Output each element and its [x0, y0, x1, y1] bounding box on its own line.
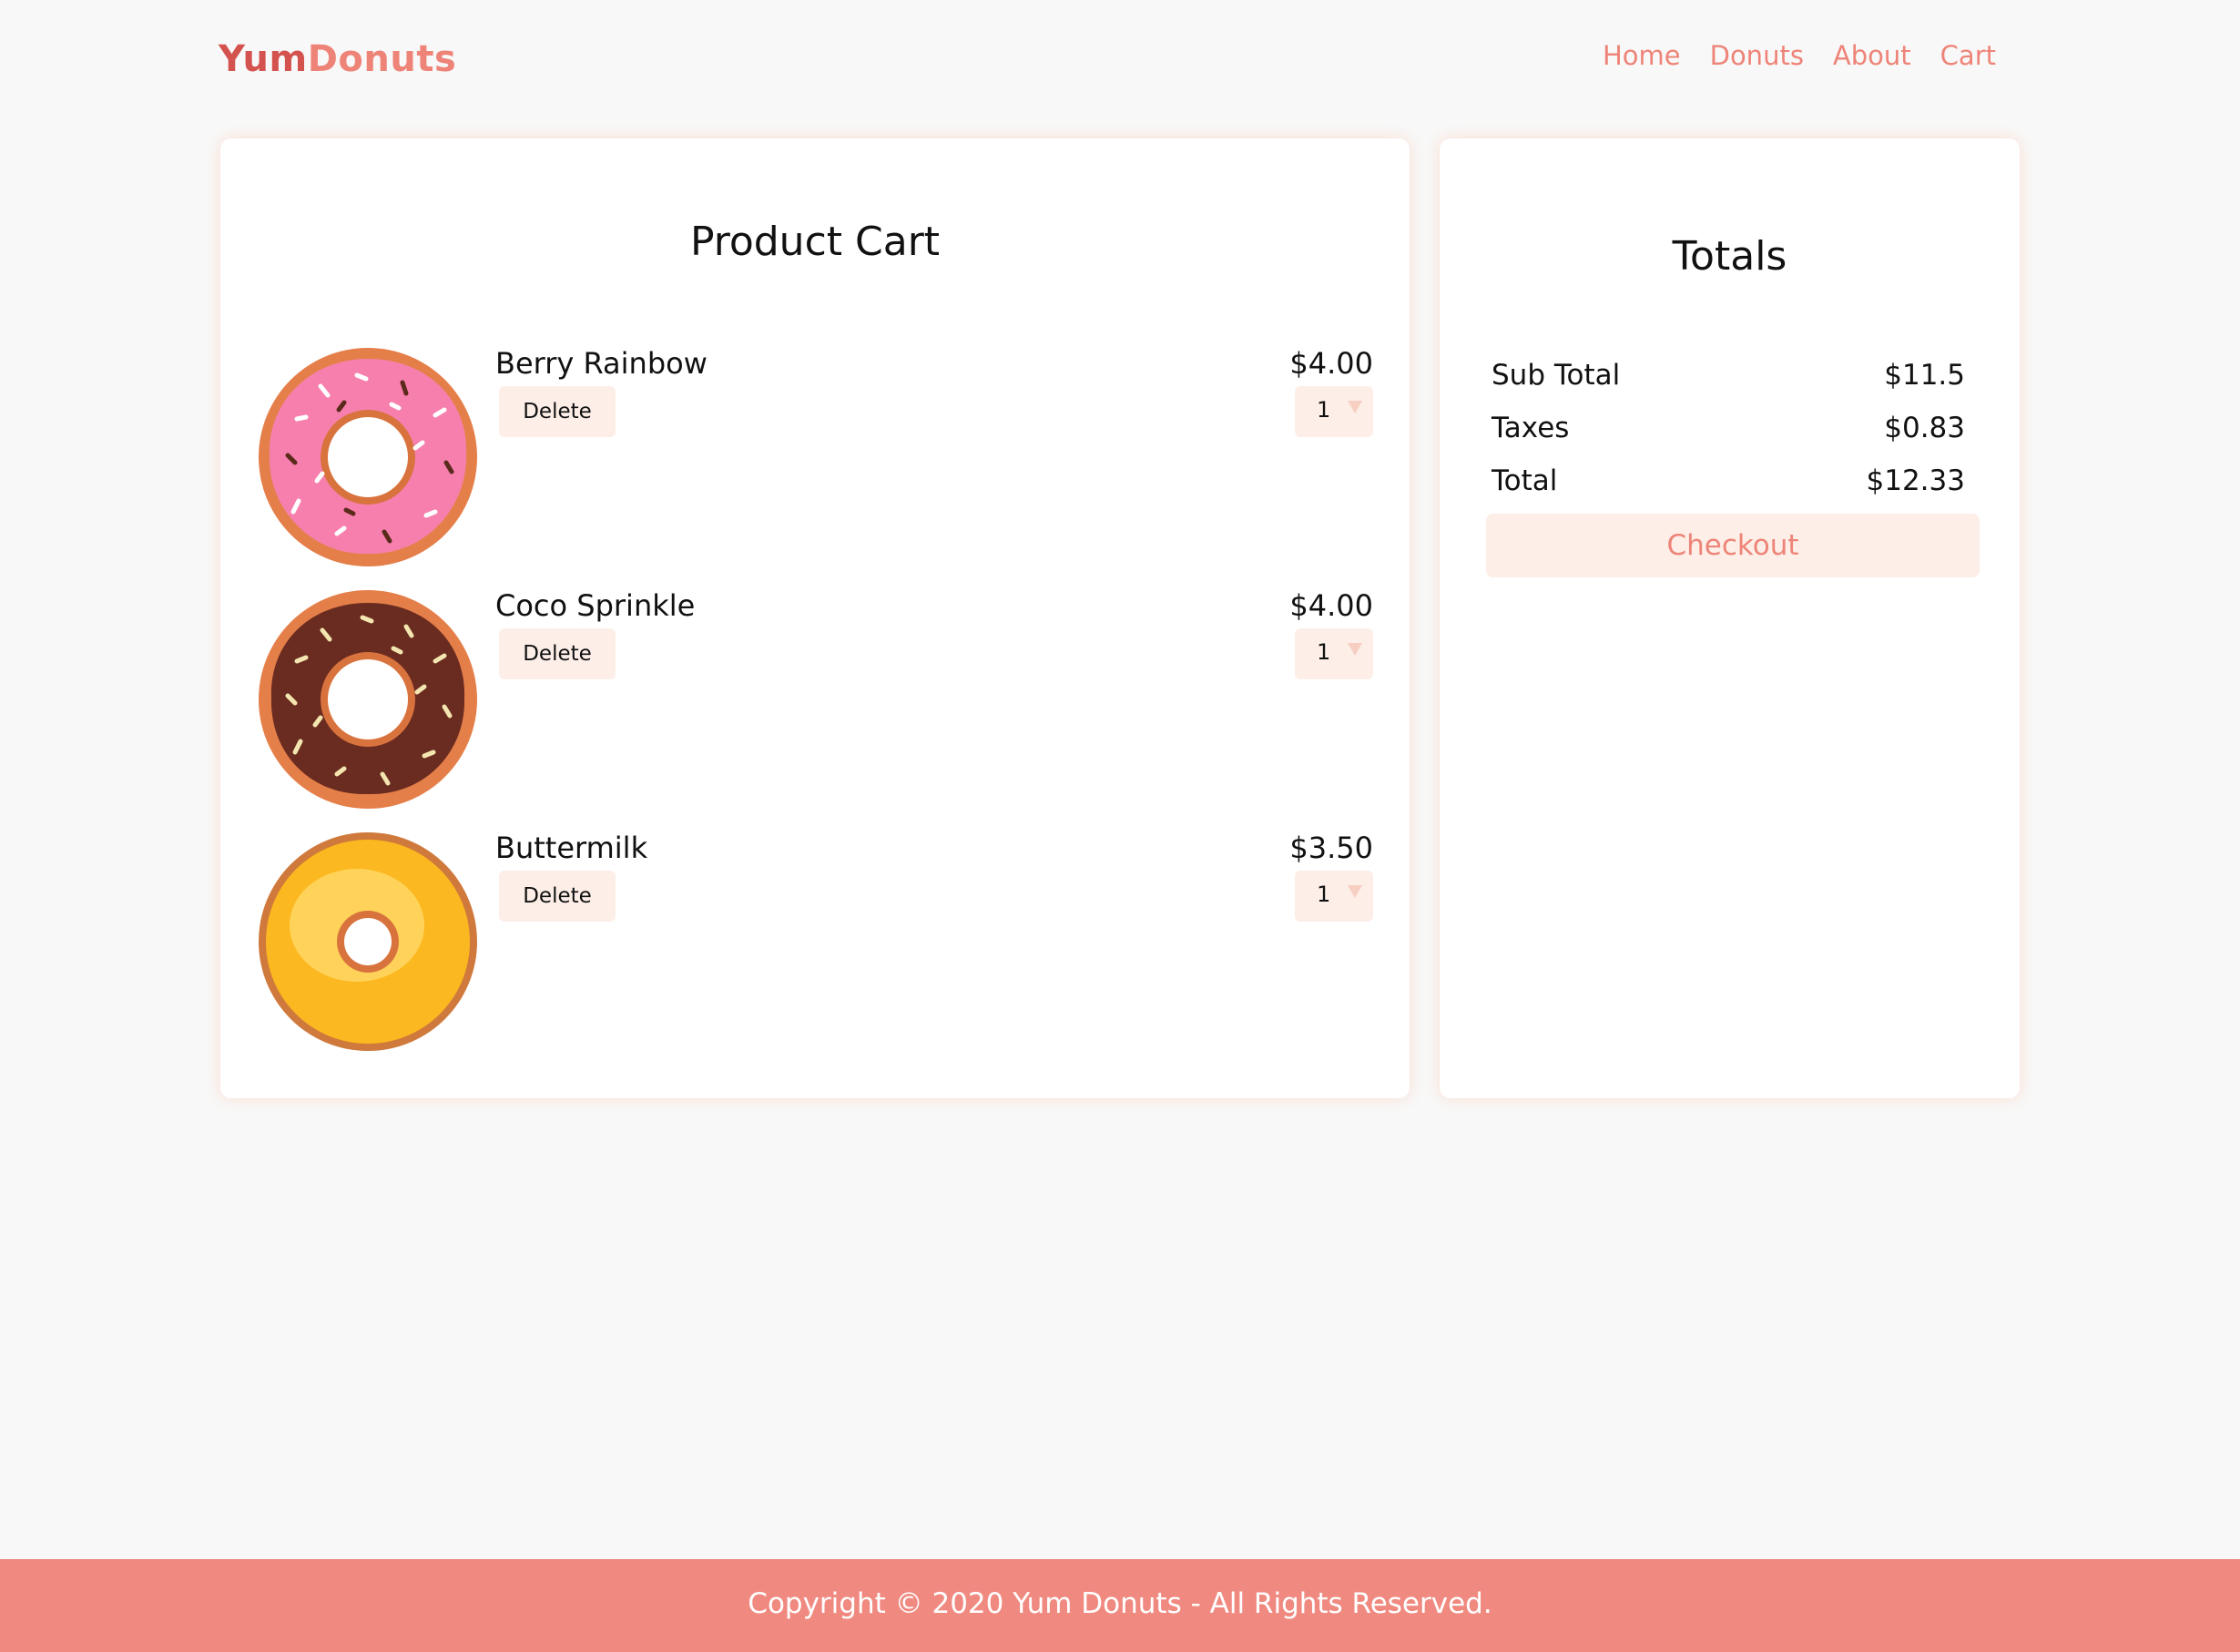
- taxes-label: Taxes: [1492, 412, 1570, 444]
- quantity-select[interactable]: 1: [1295, 871, 1373, 922]
- item-price: $4.00: [1289, 588, 1373, 623]
- product-cart-title: Product Cart: [689, 219, 941, 265]
- pink-donut-image: [259, 348, 477, 566]
- item-price: $4.00: [1289, 346, 1373, 381]
- taxes-value: $0.83: [1884, 412, 1965, 444]
- chevron-down-icon: [1348, 401, 1362, 413]
- cart-item: Buttermilk Delete $3.50 1: [257, 831, 1373, 1058]
- total-value: $12.33: [1866, 464, 1965, 497]
- cart-item: Coco Sprinkle Delete $4.00 1: [257, 588, 1373, 816]
- item-price: $3.50: [1289, 831, 1373, 865]
- quantity-value: 1: [1317, 639, 1331, 665]
- cart-item: Berry Rainbow Delete $4.00 1: [257, 346, 1373, 574]
- logo[interactable]: YumDonuts: [219, 38, 456, 80]
- nav-home-link[interactable]: Home: [1603, 40, 1681, 71]
- subtotal-row: Sub Total $11.5: [1492, 359, 1965, 399]
- chocolate-donut-image: [259, 590, 477, 809]
- delete-button[interactable]: Delete: [499, 386, 616, 437]
- logo-donuts: Donuts: [307, 38, 457, 80]
- nav-donuts-link[interactable]: Donuts: [1710, 40, 1804, 71]
- checkout-button[interactable]: Checkout: [1486, 514, 1980, 577]
- totals-title: Totals: [1672, 233, 1787, 280]
- quantity-select[interactable]: 1: [1295, 628, 1373, 679]
- taxes-row: Taxes $0.83: [1492, 412, 1965, 452]
- subtotal-value: $11.5: [1884, 359, 1965, 392]
- product-cart-card: Product Cart Berry Rainbow Delete $4.00 …: [220, 138, 1410, 1098]
- nav-about-link[interactable]: About: [1833, 40, 1911, 71]
- main-nav: Home Donuts About Cart: [1603, 40, 1996, 71]
- buttermilk-donut-image: [259, 832, 477, 1051]
- chevron-down-icon: [1348, 885, 1362, 898]
- copyright-text: Copyright © 2020 Yum Donuts - All Rights…: [748, 1587, 1492, 1620]
- quantity-value: 1: [1317, 397, 1331, 423]
- site-header: YumDonuts Home Donuts About Cart: [0, 0, 2240, 127]
- item-name: Berry Rainbow: [495, 346, 708, 381]
- total-label: Total: [1492, 464, 1558, 497]
- total-row: Total $12.33: [1492, 464, 1965, 505]
- item-name: Buttermilk: [495, 831, 648, 865]
- item-name: Coco Sprinkle: [495, 588, 696, 623]
- totals-card: Totals Sub Total $11.5 Taxes $0.83 Total…: [1440, 138, 2020, 1098]
- delete-button[interactable]: Delete: [499, 871, 616, 922]
- logo-yum: Yum: [219, 38, 308, 80]
- delete-button[interactable]: Delete: [499, 628, 616, 679]
- subtotal-label: Sub Total: [1492, 359, 1621, 392]
- quantity-value: 1: [1317, 882, 1331, 907]
- site-footer: Copyright © 2020 Yum Donuts - All Rights…: [0, 1559, 2240, 1652]
- chevron-down-icon: [1348, 643, 1362, 656]
- nav-cart-link[interactable]: Cart: [1940, 40, 1996, 71]
- quantity-select[interactable]: 1: [1295, 386, 1373, 437]
